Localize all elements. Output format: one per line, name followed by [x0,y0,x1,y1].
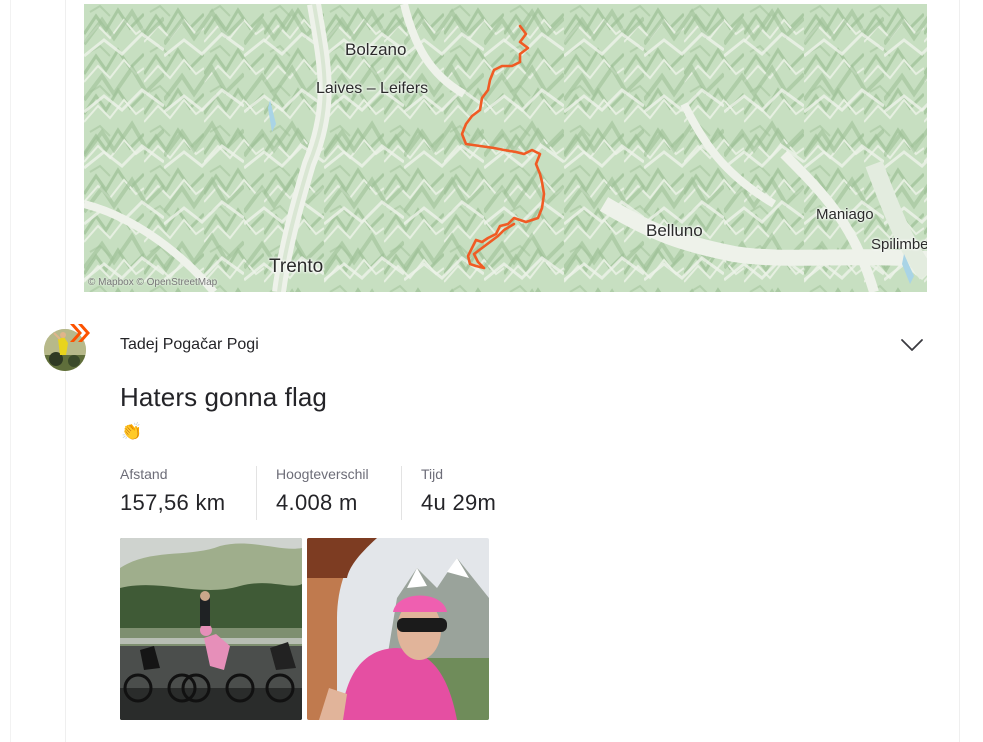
map-attribution[interactable]: © Mapbox © OpenStreetMap [88,277,217,288]
photo-riders-mountain-road-icon [120,538,302,720]
stat-label-time: Tijd [421,466,444,482]
activity-photo-2[interactable] [307,538,489,720]
activity-photo-1[interactable] [120,538,302,720]
map-label-laives: Laives – Leifers [316,80,429,97]
map-label-maniago: Maniago [816,206,874,223]
route-map[interactable]: Bolzano Laives – Leifers Trento Belluno … [84,4,927,292]
chevron-down-icon[interactable] [900,336,924,354]
clapping-hands-icon: 👏 [121,422,143,441]
map-label-trento: Trento [269,256,324,277]
map-label-bolzano: Bolzano [345,40,407,59]
athlete-name-link[interactable]: Tadej Pogačar Pogi [120,336,259,354]
stat-divider [401,466,402,520]
left-rail-divider [10,0,11,742]
stat-value-time: 4u 29m [421,490,497,515]
photo-rider-pink-jersey-icon [307,538,489,720]
stat-elevation: Hoogteverschil 4.008 m [276,466,369,516]
stat-value-distance: 157,56 km [120,490,226,515]
subscriber-badge-icon [70,324,90,342]
map-label-belluno: Belluno [646,221,703,240]
activity-title-link[interactable]: Haters gonna flag [120,382,327,413]
stat-value-elevation: 4.008 m [276,490,358,515]
stat-label-elevation: Hoogteverschil [276,466,369,482]
stat-time: Tijd 4u 29m [421,466,496,516]
map-label-spilimbergo: Spilimbe [871,236,927,253]
stat-distance: Afstand 157,56 km [120,466,225,516]
map-terrain [84,4,927,292]
stat-divider [256,466,257,520]
stat-label-distance: Afstand [120,466,168,482]
